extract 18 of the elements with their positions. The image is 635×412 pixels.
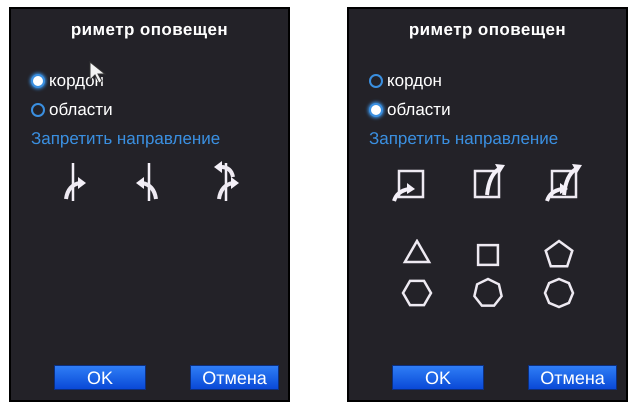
radio-label: кордон: [49, 70, 104, 90]
box-double-arrow-icon[interactable]: [544, 161, 584, 203]
cancel-button[interactable]: Отмена: [190, 365, 279, 390]
radio-button[interactable]: [369, 102, 383, 116]
radio-label: области: [387, 100, 451, 120]
radio-button[interactable]: [31, 102, 45, 116]
radio-label: кордон: [387, 70, 442, 90]
octagon-icon[interactable]: [540, 277, 576, 311]
dialog-title: риметр оповещен: [70, 19, 228, 41]
cancel-button[interactable]: Отмена: [528, 365, 617, 390]
radio-button[interactable]: [31, 74, 45, 88]
ok-button[interactable]: OK: [54, 365, 146, 390]
ok-button[interactable]: OK: [392, 365, 484, 390]
section-title: Запретить направление: [31, 128, 220, 150]
section-title: Запретить направление: [369, 128, 558, 150]
radio-label: области: [49, 100, 113, 120]
radio-button[interactable]: [369, 74, 383, 88]
dialog-title: риметр оповещен: [408, 19, 566, 41]
